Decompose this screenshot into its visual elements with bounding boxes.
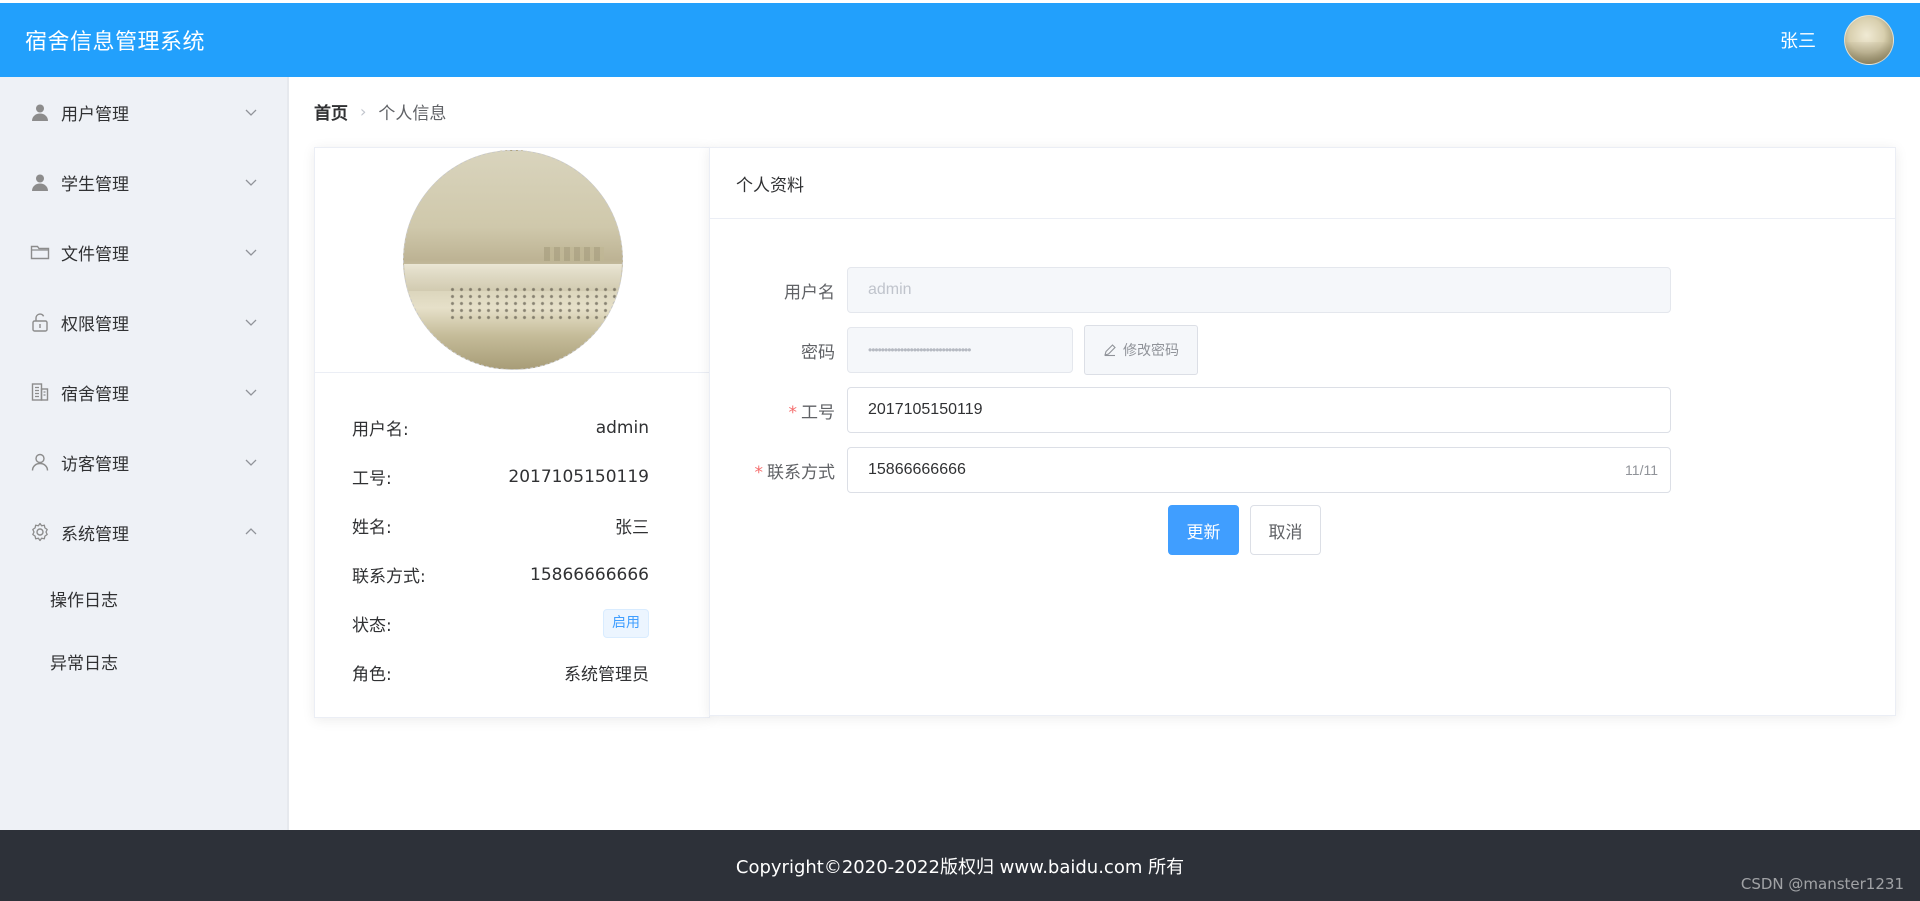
form-card-title: 个人资料 bbox=[710, 148, 1895, 219]
app-title: 宿舍信息管理系统 bbox=[25, 30, 206, 55]
sidebar-item-permission-management[interactable]: 权限管理 bbox=[0, 287, 288, 357]
info-label: 用户名: bbox=[352, 420, 409, 440]
form-row-username: 用户名 admin bbox=[710, 267, 1671, 313]
profile-row-contact: 联系方式: 15866666666 bbox=[352, 550, 649, 599]
profile-info-list: 用户名: admin 工号: 2017105150119 姓名: 张三 联系方式… bbox=[315, 373, 709, 697]
username-label: 用户名 bbox=[784, 282, 835, 303]
contact-input[interactable]: 15866666666 11/11 bbox=[847, 447, 1671, 493]
required-asterisk: * bbox=[788, 402, 798, 423]
profile-row-job-number: 工号: 2017105150119 bbox=[352, 452, 649, 501]
sidebar-item-visitor-management[interactable]: 访客管理 bbox=[0, 427, 288, 497]
profile-row-role: 角色: 系统管理员 bbox=[352, 648, 649, 697]
form-row-job-number: * 工号 2017105150119 bbox=[710, 387, 1671, 433]
sidebar-item-file-management[interactable]: 文件管理 bbox=[0, 217, 288, 287]
form-actions: 更新 取消 bbox=[1168, 505, 1321, 555]
info-value: admin bbox=[595, 417, 649, 438]
user-icon bbox=[29, 171, 51, 193]
password-label: 密码 bbox=[801, 342, 835, 363]
info-label: 联系方式: bbox=[352, 567, 426, 587]
sidebar-item-label: 宿舍管理 bbox=[61, 384, 129, 405]
form-row-password: 密码 •••••••••••••••••••••••••••••••• 修改密码 bbox=[710, 325, 1198, 375]
folder-icon bbox=[29, 241, 51, 263]
sidebar-subitem-operation-log[interactable]: 操作日志 bbox=[0, 567, 288, 630]
info-label: 工号: bbox=[352, 469, 392, 489]
top-header: 宿舍信息管理系统 张三 bbox=[0, 3, 1920, 77]
avatar[interactable] bbox=[1844, 15, 1894, 65]
profile-avatar-area bbox=[315, 148, 709, 373]
sidebar-item-label: 用户管理 bbox=[61, 104, 129, 125]
job-number-label-text: 工号 bbox=[801, 402, 835, 423]
chevron-right-icon: › bbox=[360, 101, 367, 121]
job-number-label: * 工号 bbox=[710, 398, 847, 423]
contact-label-text: 联系方式 bbox=[767, 462, 835, 483]
footer: Copyright©2020-2022版权归 www.baidu.com 所有 … bbox=[0, 830, 1920, 901]
sidebar-item-label: 系统管理 bbox=[61, 524, 129, 545]
edit-icon bbox=[1104, 344, 1116, 357]
sidebar-divider bbox=[287, 77, 289, 830]
info-label: 角色: bbox=[352, 665, 392, 685]
status-badge: 启用 bbox=[603, 609, 649, 638]
info-value: 15866666666 bbox=[530, 564, 649, 585]
watermark: CSDN @manster1231 bbox=[1740, 875, 1904, 893]
profile-card: 用户名: admin 工号: 2017105150119 姓名: 张三 联系方式… bbox=[314, 147, 710, 718]
sidebar: 用户管理 学生管理 文件管理 权限管理 宿舍管理 访客管理 系统管理 操作日志 … bbox=[0, 77, 288, 830]
sidebar-item-dorm-management[interactable]: 宿舍管理 bbox=[0, 357, 288, 427]
change-password-button[interactable]: 修改密码 bbox=[1084, 325, 1198, 375]
chevron-up-icon bbox=[245, 528, 257, 535]
info-label: 姓名: bbox=[352, 518, 392, 538]
profile-avatar[interactable] bbox=[403, 150, 623, 370]
job-number-input[interactable]: 2017105150119 bbox=[847, 387, 1671, 433]
gear-icon bbox=[29, 521, 51, 543]
profile-row-username: 用户名: admin bbox=[352, 403, 649, 452]
chevron-down-icon bbox=[245, 179, 257, 186]
username-input: admin bbox=[847, 267, 1671, 313]
breadcrumb-current: 个人信息 bbox=[378, 103, 447, 124]
chevron-down-icon bbox=[245, 319, 257, 326]
sidebar-item-label: 学生管理 bbox=[61, 174, 129, 195]
password-input: •••••••••••••••••••••••••••••••• bbox=[847, 327, 1073, 373]
avatar-photo-crowd bbox=[447, 286, 622, 322]
sidebar-item-student-management[interactable]: 学生管理 bbox=[0, 147, 288, 217]
personal-info-form-card: 个人资料 用户名 admin 密码 ••••••••••••••••••••••… bbox=[709, 147, 1896, 716]
change-password-label: 修改密码 bbox=[1123, 343, 1179, 359]
sidebar-item-system-management[interactable]: 系统管理 bbox=[0, 497, 288, 567]
contact-label: * 联系方式 bbox=[710, 458, 847, 483]
form-body: 用户名 admin 密码 •••••••••••••••••••••••••••… bbox=[710, 219, 1895, 555]
sidebar-item-label: 访客管理 bbox=[61, 454, 129, 475]
chevron-down-icon bbox=[245, 249, 257, 256]
update-button[interactable]: 更新 bbox=[1168, 505, 1239, 555]
contact-input-value: 15866666666 bbox=[868, 461, 966, 478]
sidebar-subitem-exception-log[interactable]: 异常日志 bbox=[0, 630, 288, 693]
breadcrumb-home[interactable]: 首页 bbox=[314, 99, 348, 124]
sidebar-item-user-management[interactable]: 用户管理 bbox=[0, 77, 288, 147]
chevron-down-icon bbox=[245, 389, 257, 396]
footer-copyright: Copyright©2020-2022版权归 www.baidu.com 所有 bbox=[735, 856, 1185, 878]
header-user-area[interactable]: 张三 bbox=[1780, 15, 1894, 65]
chevron-down-icon bbox=[245, 109, 257, 116]
building-icon bbox=[29, 381, 51, 403]
avatar-photo-city bbox=[544, 246, 604, 261]
breadcrumb: 首页 › 个人信息 bbox=[314, 98, 446, 124]
user-icon bbox=[29, 101, 51, 123]
cancel-button[interactable]: 取消 bbox=[1250, 505, 1321, 555]
header-user-name[interactable]: 张三 bbox=[1780, 27, 1816, 53]
info-value: 系统管理员 bbox=[564, 665, 649, 685]
profile-row-status: 状态: 启用 bbox=[352, 599, 649, 648]
required-asterisk: * bbox=[754, 462, 764, 483]
info-value: 张三 bbox=[615, 518, 649, 538]
profile-row-name: 姓名: 张三 bbox=[352, 501, 649, 550]
user-outline-icon bbox=[29, 451, 51, 473]
form-row-contact: * 联系方式 15866666666 11/11 bbox=[710, 447, 1671, 493]
chevron-down-icon bbox=[245, 459, 257, 466]
char-counter: 11/11 bbox=[1625, 462, 1658, 478]
sidebar-item-label: 权限管理 bbox=[61, 314, 129, 335]
info-label: 状态: bbox=[352, 616, 392, 636]
info-value: 2017105150119 bbox=[508, 466, 649, 487]
unlock-icon bbox=[29, 311, 51, 333]
sidebar-item-label: 文件管理 bbox=[61, 244, 129, 265]
